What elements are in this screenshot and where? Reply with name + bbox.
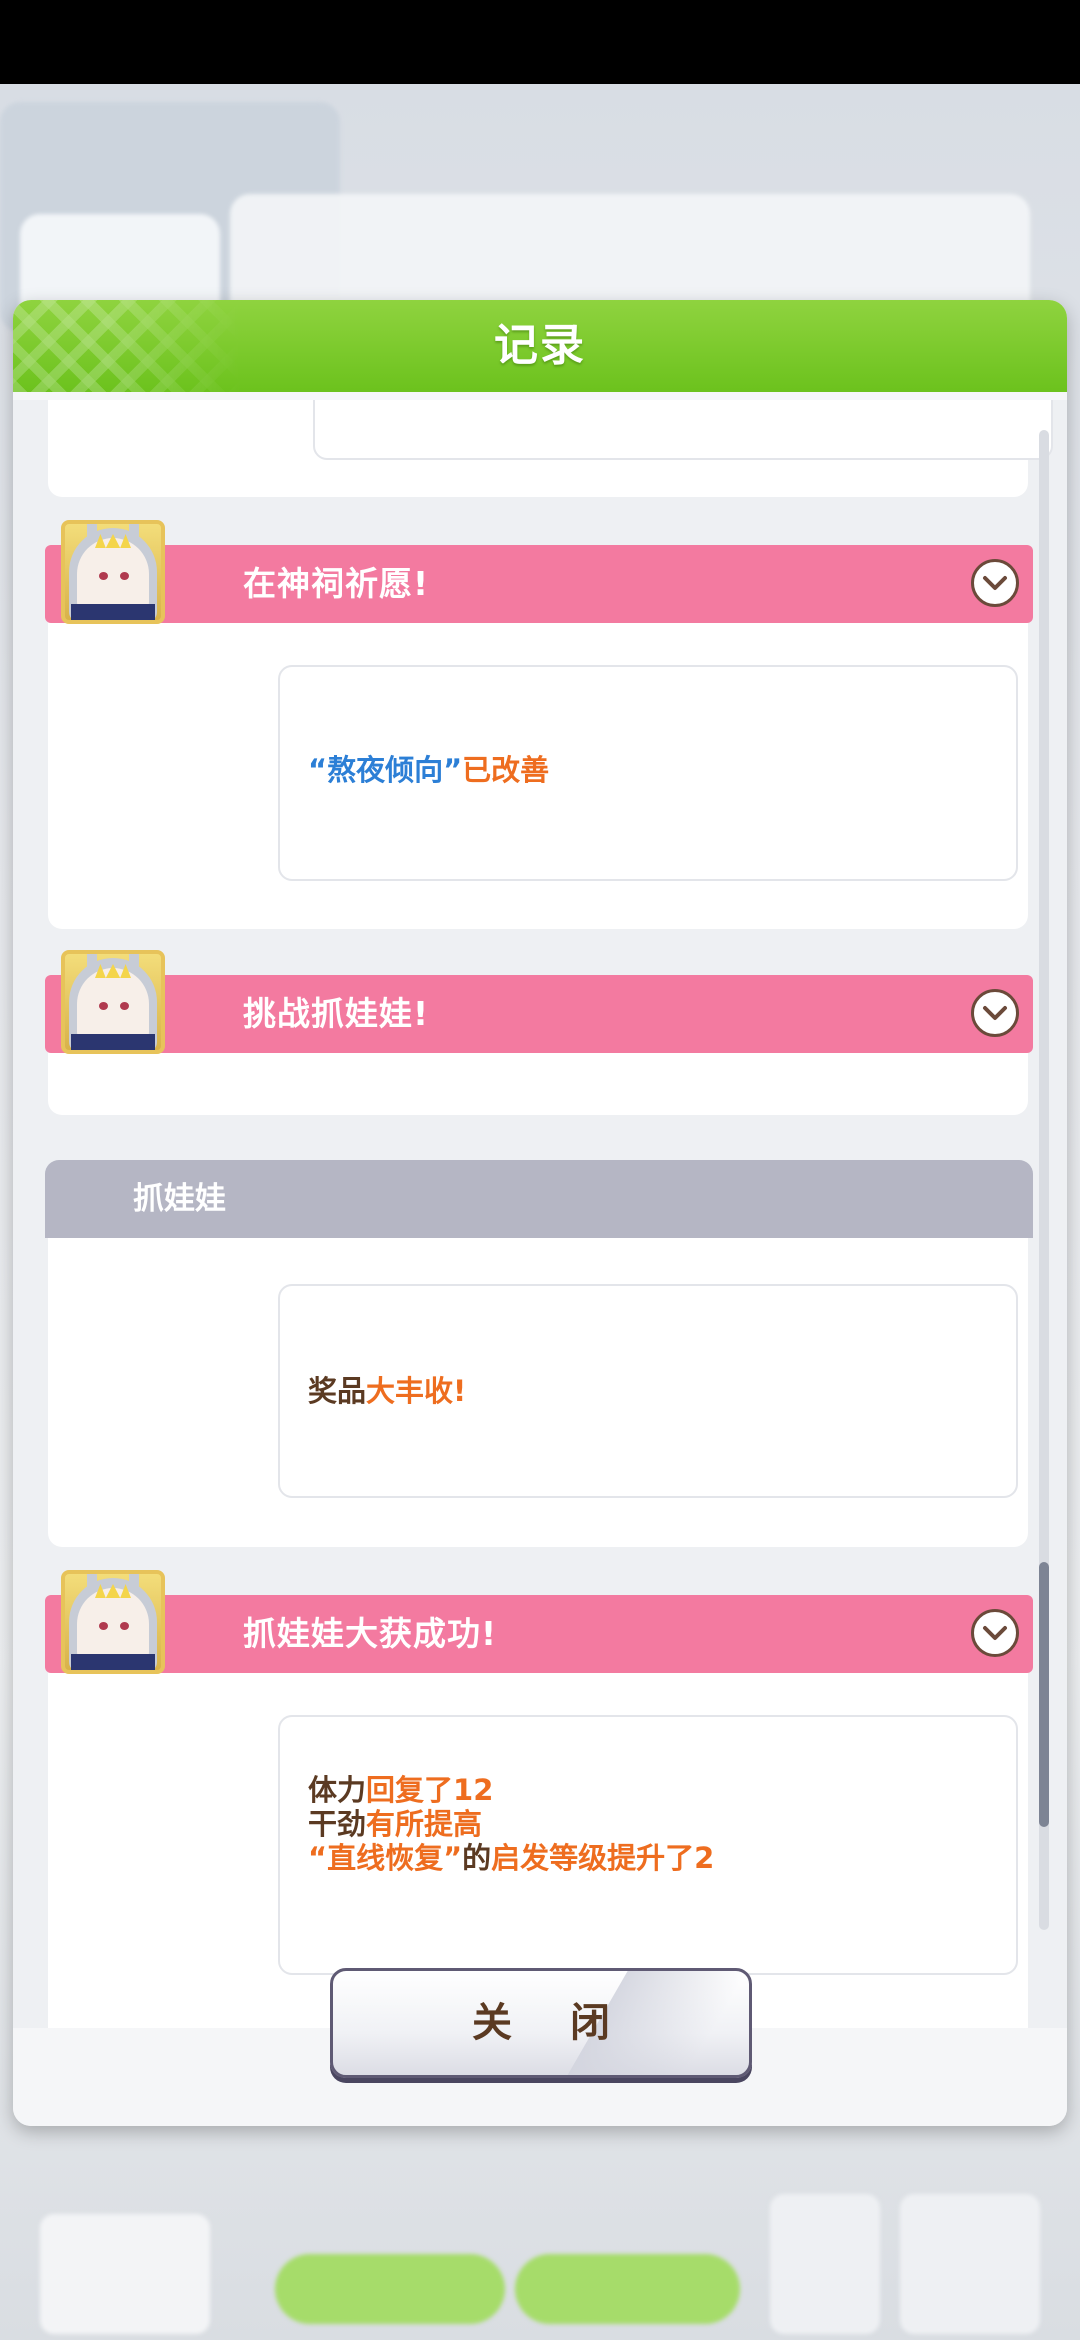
event-title: 挑战抓娃娃! [243,994,430,1033]
background-icon-1 [770,2194,880,2334]
character-avatar [61,1570,165,1674]
message-text: 奖品大丰收! [308,1374,467,1408]
background-green-button-1 [275,2254,505,2324]
background-back-button [40,2214,210,2334]
character-avatar [61,520,165,624]
section-header: 抓娃娃 [45,1160,1033,1238]
event-header[interactable]: 抓娃娃大获成功! [45,1595,1033,1673]
close-button-label: 关 闭 [472,2000,632,2046]
skill-name: 熬夜倾向 [327,753,444,787]
message-box [313,400,1053,460]
status-bar [0,0,1080,84]
character-avatar [61,950,165,1054]
event-title: 抓娃娃大获成功! [243,1614,498,1653]
dialog-header: 记录 [13,300,1067,392]
message-box: 奖品大丰收! [278,1284,1018,1498]
background-green-button-2 [515,2254,740,2324]
message-box: 体力回复了12 干劲有所提高 “直线恢复”的启发等级提升了2 [278,1715,1018,1975]
scrollbar-thumb[interactable] [1039,1562,1049,1827]
close-button[interactable]: 关 闭 [330,1968,752,2078]
log-scroll-area[interactable]: 在神祠祈愿! “熬夜倾向”已改善 挑战抓娃娃! 抓娃娃 奖品大丰收! 抓娃娃大获… [13,400,1067,2028]
background-menu-icon [900,2194,1040,2334]
section-title: 抓娃娃 [133,1181,226,1217]
log-dialog: 记录 在神祠祈愿! “熬夜倾向”已改善 挑战抓娃娃! 抓娃娃 奖品大丰收! 抓娃… [13,300,1067,2126]
dialog-title: 记录 [494,320,586,371]
result-text: 已改善 [462,753,550,787]
message-box: “熬夜倾向”已改善 [278,665,1018,881]
message-text: 体力回复了12 干劲有所提高 “直线恢复”的启发等级提升了2 [308,1773,715,1875]
skill-name: 直线恢复 [327,1841,444,1875]
event-title: 在神祠祈愿! [243,564,430,603]
chevron-down-icon[interactable] [971,559,1019,607]
event-header[interactable]: 在神祠祈愿! [45,545,1033,623]
chevron-down-icon[interactable] [971,1609,1019,1657]
chevron-down-icon[interactable] [971,989,1019,1037]
message-text: “熬夜倾向”已改善 [308,753,550,787]
event-header[interactable]: 挑战抓娃娃! [45,975,1033,1053]
log-card-previous [48,400,1053,497]
